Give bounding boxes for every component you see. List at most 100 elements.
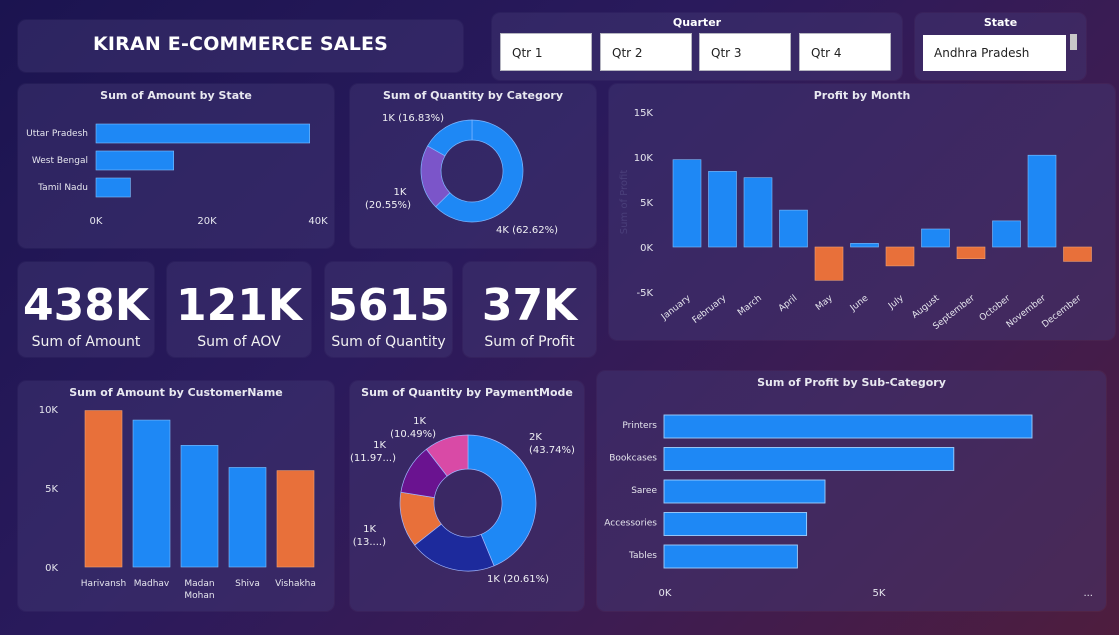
state-slicer: State Andhra Pradesh <box>915 13 1086 80</box>
subcategory-label-bookcases: Bookcases <box>609 454 657 464</box>
month-bar-october <box>992 220 1021 248</box>
category-label-3: 1K (16.83%) <box>382 113 444 124</box>
kpi-quantity-label: Sum of Quantity <box>331 334 446 350</box>
kpi-aov-label: Sum of AOV <box>197 334 281 350</box>
month-label-august: August <box>910 293 941 321</box>
month-ytick-5k: -5K <box>636 288 653 299</box>
payment-label-4a: 1K <box>373 440 386 451</box>
subcategory-xtick-1: 0K <box>659 588 672 599</box>
customer-label-shiva: Shiva <box>235 579 260 589</box>
month-bar-november <box>1027 154 1057 248</box>
month-label-june: June <box>848 293 871 314</box>
category-label-2b: (20.55%) <box>365 200 411 211</box>
month-bar-september <box>956 246 986 259</box>
month-label-may: May <box>814 293 835 313</box>
month-bar-april <box>779 209 808 248</box>
quarter-option-1[interactable]: Qtr 1 <box>500 33 592 71</box>
payment-label-2: 1K (20.61%) <box>487 574 549 585</box>
kpi-quantity-value: 5615 <box>327 280 450 331</box>
month-ytick-15k: 15K <box>634 108 654 119</box>
quantity-by-paymentmode-panel: Sum of Quantity by PaymentMode 2K (43.74%… <box>350 381 584 611</box>
state-slicer-header: State <box>983 16 1018 29</box>
subcategory-bar-tables <box>663 544 798 569</box>
kpi-card-quantity: 5615 Sum of Quantity <box>325 262 452 357</box>
payment-label-5b: (10.49%) <box>390 429 436 440</box>
kpi-profit-value: 37K <box>481 280 578 331</box>
quarter-option-2[interactable]: Qtr 2 <box>600 33 692 71</box>
month-bar-march <box>743 177 773 248</box>
amount-by-customer-panel: Sum of Amount by CustomerName 10K 5K 0K Har… <box>18 381 334 611</box>
state-select[interactable]: Andhra Pradesh <box>923 35 1066 71</box>
amount-by-state-panel: Sum of Amount by State Uttar Pradesh West… <box>18 84 334 248</box>
customer-ytick-5k: 5K <box>45 484 58 495</box>
customer-label-harivansh: Harivansh <box>81 579 126 589</box>
state-xtick-20k: 20K <box>197 216 217 227</box>
payment-label-4b: (11.97...) <box>350 453 396 464</box>
customer-bar-harivansh <box>84 410 123 568</box>
state-label-uttar-pradesh: Uttar Pradesh <box>26 129 88 139</box>
subcategory-bar-bookcases <box>663 447 955 471</box>
kpi-card-aov: 121K Sum of AOV <box>167 262 311 357</box>
subcategory-label-tables: Tables <box>628 551 657 561</box>
customer-label-madan-mohan-1: Madan <box>184 579 214 589</box>
month-label-february: February <box>691 293 729 326</box>
profit-by-subcategory-panel: Sum of Profit by Sub-Category Printers Bo… <box>597 371 1106 611</box>
payment-label-1b: (43.74%) <box>529 445 575 456</box>
kpi-amount-label: Sum of Amount <box>31 334 141 350</box>
quarter-option-4[interactable]: Qtr 4 <box>799 33 891 71</box>
profit-by-month-chart: 15K 10K 5K 0K -5K Sum of Profit JanuaryFebruar… <box>619 108 1092 332</box>
customer-label-madhav: Madhav <box>134 579 170 589</box>
subcategory-bar-saree <box>663 479 826 504</box>
customer-bar-madhav <box>132 419 171 568</box>
customer-ytick-10k: 10K <box>39 405 59 416</box>
kpi-profit-label: Sum of Profit <box>484 334 575 350</box>
month-bar-may <box>814 246 844 281</box>
month-bar-january <box>672 159 702 248</box>
customer-bar-madan-mohan <box>180 445 219 568</box>
subcategory-xtick-3: ... <box>1083 588 1093 599</box>
quarter-option-3[interactable]: Qtr 3 <box>699 33 791 71</box>
quantity-by-category-chart: 4K (62.62%) 1K (20.55%) 1K (16.83%) <box>365 113 558 236</box>
quarter-slicer-header: Quarter <box>672 16 722 29</box>
category-label-1: 4K (62.62%) <box>496 225 558 236</box>
kpi-card-amount: 438K Sum of Amount <box>18 262 154 357</box>
payment-label-3b: (13....) <box>353 537 386 548</box>
subcategory-label-accessories: Accessories <box>604 519 657 529</box>
state-bar-west-bengal <box>95 150 174 171</box>
month-ylabel: Sum of Profit <box>619 170 630 235</box>
subcategory-label-saree: Saree <box>631 486 657 496</box>
month-bar-august <box>921 228 950 248</box>
month-label-july: July <box>886 293 906 312</box>
quarter-slicer: Quarter Qtr 1 Qtr 2 Qtr 3 Qtr 4 <box>492 13 902 80</box>
payment-label-3a: 1K <box>363 524 376 535</box>
profit-by-subcategory-chart: Printers Bookcases Saree Accessories Tables 0… <box>604 414 1093 599</box>
kpi-card-profit: 37K Sum of Profit <box>463 262 596 357</box>
month-bar-december <box>1063 246 1092 262</box>
payment-label-5a: 1K <box>413 416 426 427</box>
month-ytick-5k: 5K <box>640 198 653 209</box>
subcategory-bar-printers <box>663 414 1033 439</box>
month-label-march: March <box>736 293 764 318</box>
amount-by-state-chart: Uttar Pradesh West Bengal Tamil Nadu 0K 20K 4… <box>26 123 328 227</box>
amount-by-customer-chart: 10K 5K 0K Harivansh Madhav Madan Mohan Shiva Vis… <box>39 405 316 601</box>
state-xtick-40k: 40K <box>308 216 328 227</box>
state-xtick-0k: 0K <box>90 216 103 227</box>
payment-label-1a: 2K <box>529 432 542 443</box>
profit-by-month-panel: Profit by Month 15K 10K 5K 0K -5K Sum of Prof… <box>609 84 1115 340</box>
customer-ytick-0k: 0K <box>45 563 58 574</box>
subcategory-bar-accessories <box>663 512 808 536</box>
month-bar-february <box>708 171 737 248</box>
subcategory-xtick-2: 5K <box>873 588 886 599</box>
state-bar-tamil-nadu <box>95 177 131 198</box>
month-label-april: April <box>777 293 799 314</box>
customer-bar-shiva <box>228 467 267 568</box>
state-bar-uttar-pradesh <box>95 123 310 144</box>
kpi-amount-value: 438K <box>23 280 149 331</box>
kpi-aov-value: 121K <box>176 280 302 331</box>
state-label-tamil-nadu: Tamil Nadu <box>37 183 88 193</box>
month-ytick-0k: 0K <box>640 243 653 254</box>
category-label-2a: 1K <box>394 187 407 198</box>
title-panel: KIRAN E-COMMERCE SALES <box>18 20 463 72</box>
state-scrollbar[interactable] <box>1070 34 1077 50</box>
month-bar-june <box>850 243 879 248</box>
